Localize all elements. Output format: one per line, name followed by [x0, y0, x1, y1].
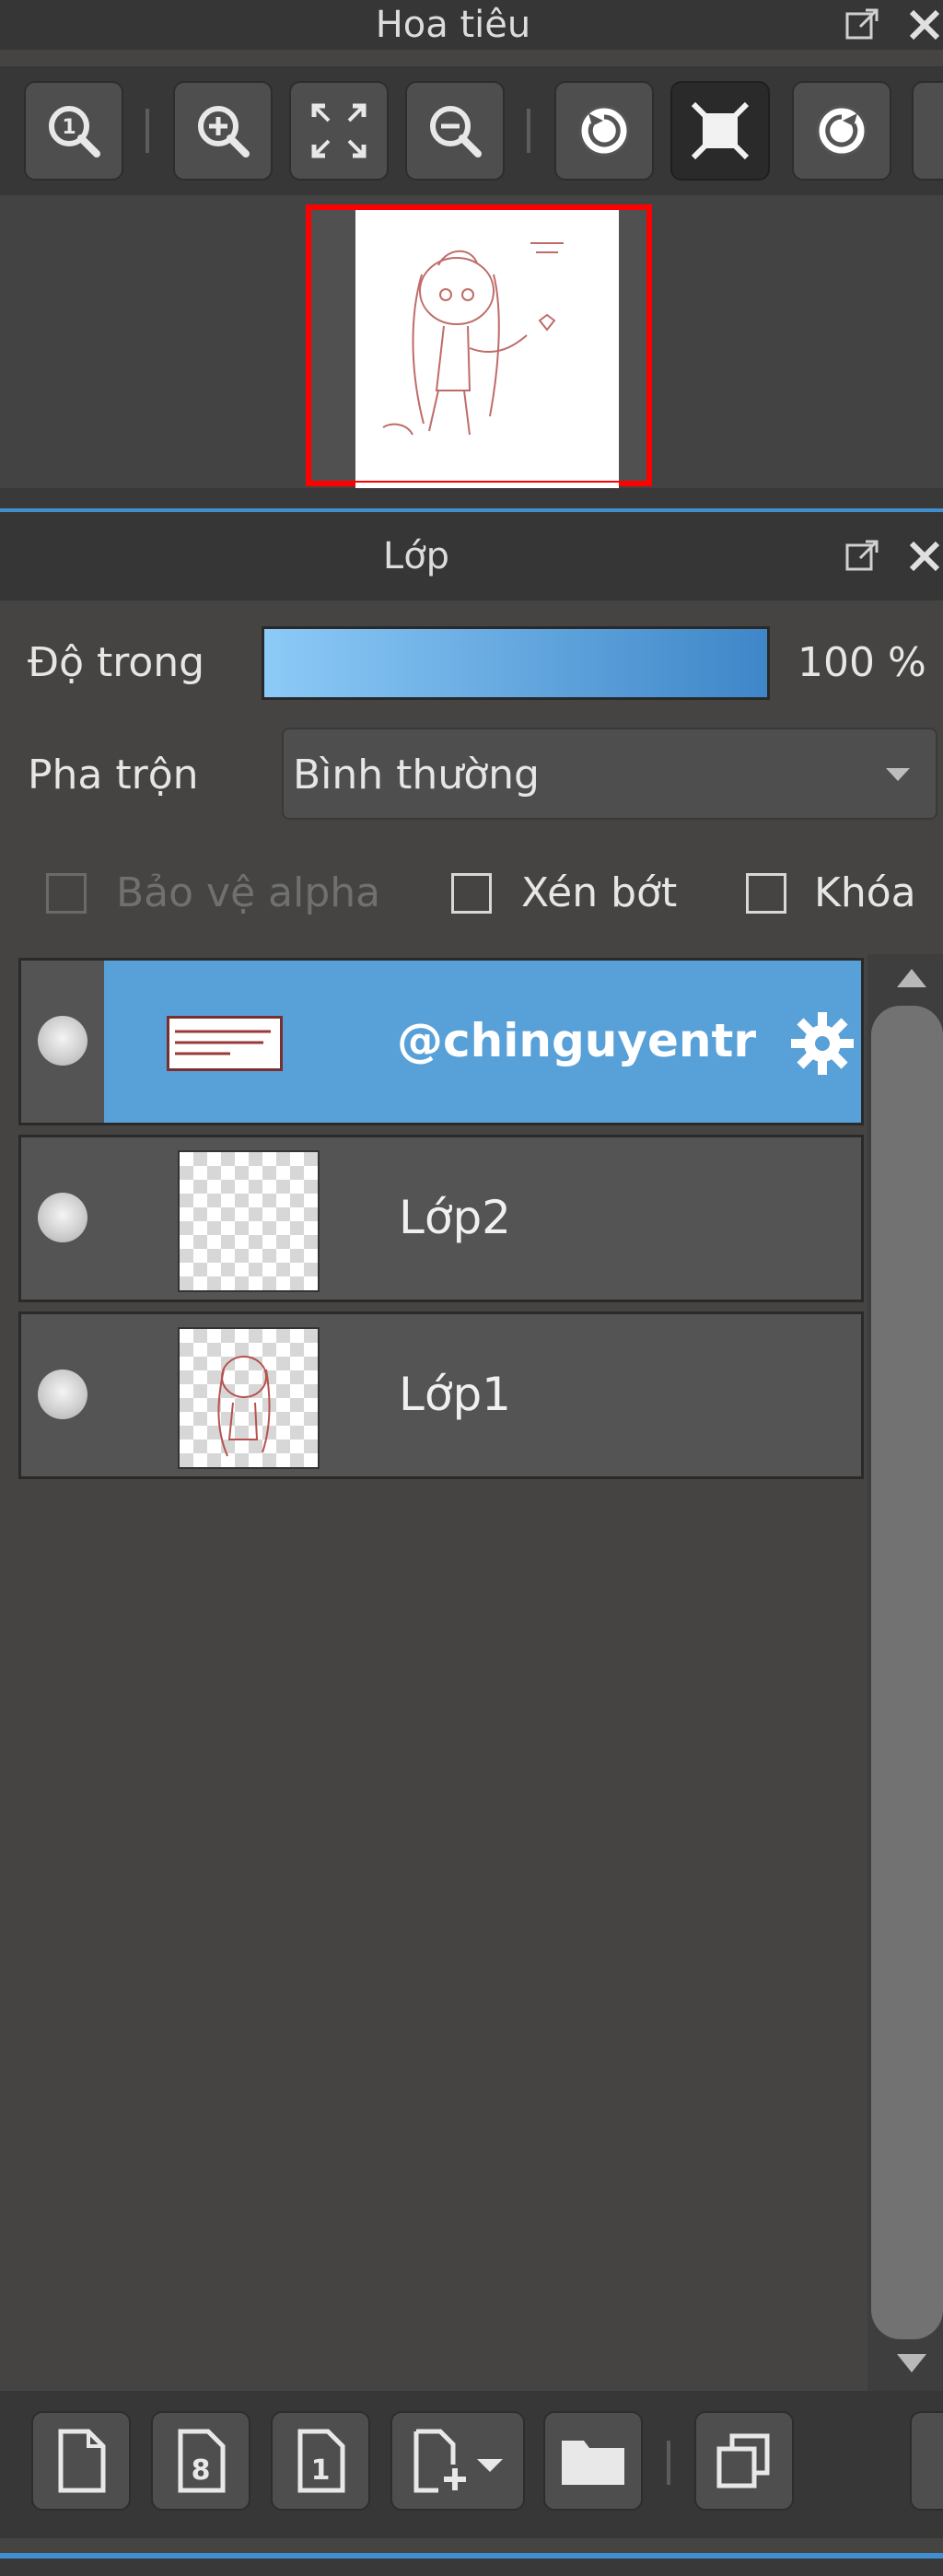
zoom-actual-size-icon: 1 — [49, 106, 100, 157]
duplicate-layer-button[interactable] — [694, 2411, 794, 2511]
toolbar-separator — [146, 109, 149, 153]
layer-row[interactable]: Lớp1 — [18, 1311, 864, 1479]
navigator-preview-area[interactable] — [0, 195, 943, 488]
layer-name: @chinguyentr — [397, 1014, 757, 1067]
reset-view-icon — [691, 101, 750, 160]
zoom-out-icon — [430, 106, 482, 157]
undock-icon[interactable] — [844, 538, 880, 575]
zoom-in-icon — [198, 106, 250, 157]
svg-text:1: 1 — [311, 2454, 331, 2487]
rotate-right-button[interactable] — [792, 81, 891, 181]
add-layer-dropdown-button[interactable] — [390, 2411, 525, 2511]
protect-alpha-label: Bảo vệ alpha — [116, 869, 381, 916]
layer-name: Lớp1 — [399, 1368, 511, 1421]
blend-mode-value: Bình thường — [293, 752, 540, 798]
lock-checkbox[interactable] — [746, 873, 786, 914]
rotate-left-icon — [578, 105, 630, 157]
layer-row[interactable]: @chinguyentr — [18, 958, 864, 1125]
visibility-icon[interactable] — [38, 1016, 87, 1066]
layer-thumbnail — [178, 1327, 320, 1469]
scroll-down-icon[interactable] — [893, 2350, 930, 2378]
panel-divider[interactable] — [0, 488, 943, 508]
bottom-toolbar-overflow-button[interactable] — [910, 2411, 943, 2511]
navigator-title: Hoa tiêu — [375, 4, 531, 46]
rotate-right-icon — [816, 105, 867, 157]
duplicate-layer-icon — [716, 2433, 770, 2489]
add-layer-dropdown-icon — [413, 2429, 503, 2493]
scroll-up-icon[interactable] — [893, 963, 930, 991]
new-layer-icon — [58, 2429, 106, 2493]
lock-label: Khóa — [814, 869, 916, 916]
layer-panel-title: Lớp — [382, 535, 450, 577]
new-1bit-layer-icon: 1 — [297, 2429, 345, 2493]
opacity-slider-fill — [264, 629, 767, 697]
undock-icon[interactable] — [844, 6, 880, 43]
layer-name: Lớp2 — [399, 1191, 511, 1244]
opacity-label: Độ trong — [28, 639, 205, 686]
protect-alpha-checkbox[interactable] — [46, 873, 87, 914]
close-icon[interactable] — [906, 538, 943, 575]
zoom-out-button[interactable] — [405, 81, 505, 181]
toolbar-overflow-button[interactable] — [912, 81, 943, 181]
zoom-in-button[interactable] — [173, 81, 273, 181]
svg-text:1: 1 — [62, 116, 76, 139]
text-layer-gear-icon — [791, 1012, 854, 1075]
new-layer-button[interactable] — [31, 2411, 131, 2511]
rotate-left-button[interactable] — [554, 81, 654, 181]
bottom-edge — [0, 2559, 943, 2576]
toolbar-separator — [667, 2441, 670, 2485]
viewport-frame[interactable] — [306, 204, 652, 486]
layer-titlebar: Lớp — [0, 512, 943, 600]
opacity-value: 100 % — [797, 639, 926, 686]
navigator-titlebar: Hoa tiêu — [0, 0, 943, 50]
new-8bit-layer-icon: 8 — [178, 2429, 226, 2493]
visibility-icon[interactable] — [38, 1193, 87, 1242]
new-folder-icon — [562, 2441, 624, 2485]
clipping-checkbox[interactable] — [451, 873, 492, 914]
layer-row[interactable]: Lớp2 — [18, 1135, 864, 1302]
svg-text:8: 8 — [192, 2454, 211, 2487]
new-folder-button[interactable] — [543, 2411, 643, 2511]
close-icon[interactable] — [906, 6, 943, 43]
layer-thumbnail — [167, 1016, 283, 1071]
reset-view-button[interactable] — [670, 81, 770, 181]
zoom-actual-size-button[interactable]: 1 — [24, 81, 123, 181]
blend-mode-select[interactable]: Bình thường — [282, 728, 937, 820]
blend-mode-label: Pha trộn — [28, 752, 199, 798]
new-1bit-layer-button[interactable]: 1 — [271, 2411, 370, 2511]
visibility-icon[interactable] — [38, 1370, 87, 1419]
new-8bit-layer-button[interactable]: 8 — [151, 2411, 250, 2511]
chevron-down-icon — [886, 768, 910, 781]
fit-to-window-icon — [311, 103, 367, 158]
layer-thumbnail — [178, 1150, 320, 1292]
fit-to-window-button[interactable] — [289, 81, 389, 181]
clipping-label: Xén bớt — [521, 869, 678, 916]
toolbar-separator — [527, 109, 530, 153]
scrollbar-thumb[interactable] — [871, 1006, 943, 2339]
opacity-slider[interactable] — [262, 626, 770, 700]
